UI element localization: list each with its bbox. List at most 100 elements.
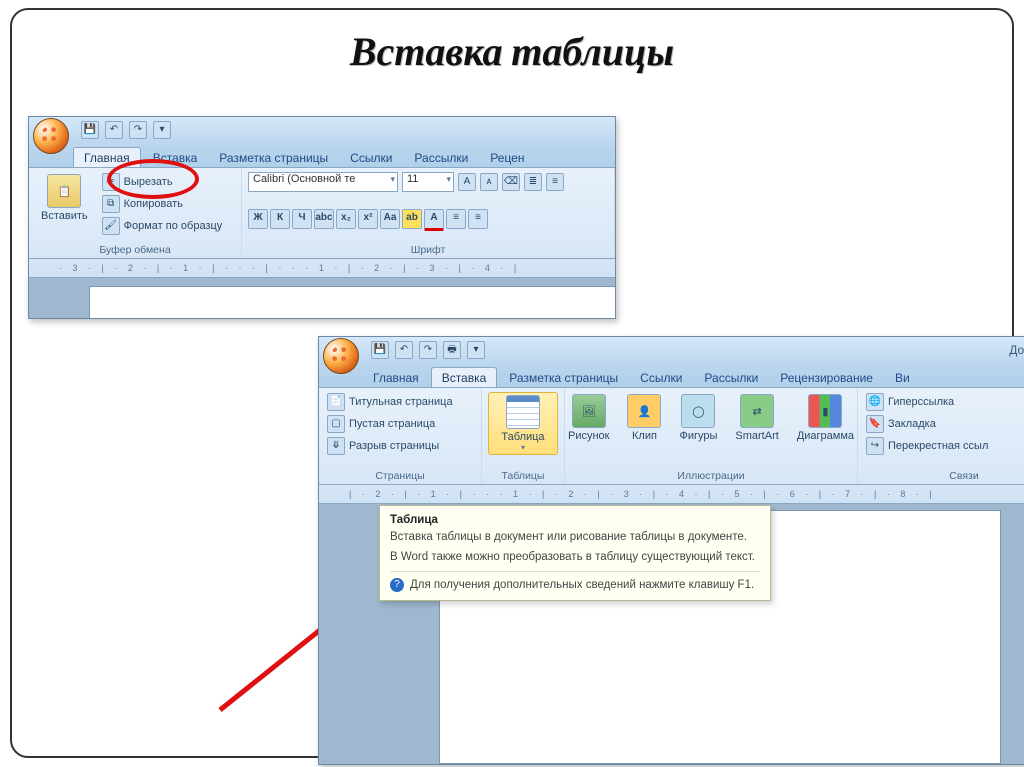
window-title: Докумен [1009, 343, 1024, 357]
page-break-icon: ⤋ [327, 437, 345, 455]
document-area[interactable] [29, 278, 615, 318]
quick-access-toolbar: 💾 ↶ ↷ ▾ [81, 121, 171, 139]
grow-font-icon[interactable]: A [458, 173, 476, 191]
shrink-font-icon[interactable]: ᴀ [480, 173, 498, 191]
redo-icon[interactable]: ↷ [419, 341, 437, 359]
tab-pagelayout[interactable]: Разметка страницы [499, 368, 628, 387]
hyperlink-button[interactable]: 🌐Гиперссылка [864, 392, 1024, 412]
clipart-button[interactable]: 👤Клип [621, 392, 667, 444]
cover-page-label: Титульная страница [349, 396, 453, 408]
clear-format-icon[interactable]: ⌫ [502, 173, 520, 191]
qat-more-icon[interactable]: ▾ [153, 121, 171, 139]
office-button[interactable] [33, 118, 69, 154]
print-icon[interactable]: 🖶 [443, 341, 461, 359]
strike-icon[interactable]: abc [314, 209, 334, 229]
qat-more-icon[interactable]: ▾ [467, 341, 485, 359]
align-center-icon[interactable]: ≡ [468, 209, 488, 229]
crossref-icon: ↪ [866, 437, 884, 455]
tab-insert[interactable]: Вставка [143, 148, 208, 167]
group-illustrations: 🖼 Рисунок 👤Клип ◯Фигуры ⇄SmartArt ▮Диагра… [565, 388, 858, 484]
group-pages: 📄 Титульная страница ▢Пустая страница ⤋Ра… [319, 388, 482, 484]
smartart-label: SmartArt [735, 430, 778, 442]
word-window-insert: 💾 ↶ ↷ 🖶 ▾ Докумен Главная Вставка Размет… [318, 336, 1024, 765]
group-tables: Таблица ▾ Таблицы [482, 388, 565, 484]
table-label: Таблица [501, 431, 544, 443]
copy-button[interactable]: ⧉ Копировать [100, 194, 225, 214]
table-tooltip: Таблица Вставка таблицы в документ или р… [379, 505, 771, 601]
crossref-button[interactable]: ↪ Перекрестная ссыл [864, 436, 1024, 456]
font-color-icon[interactable]: A [424, 209, 444, 231]
save-icon[interactable]: 💾 [81, 121, 99, 139]
cover-page-icon: 📄 [327, 393, 345, 411]
chevron-down-icon: ▾ [521, 443, 525, 452]
hyperlink-label: Гиперссылка [888, 396, 954, 408]
undo-icon[interactable]: ↶ [395, 341, 413, 359]
tab-insert[interactable]: Вставка [431, 367, 498, 387]
picture-icon: 🖼 [572, 394, 606, 428]
tab-home[interactable]: Главная [363, 368, 429, 387]
undo-icon[interactable]: ↶ [105, 121, 123, 139]
format-painter-button[interactable]: 🖌Формат по образцу [100, 216, 225, 236]
align-left-icon[interactable]: ≡ [446, 209, 466, 229]
highlight-icon[interactable]: ab [402, 209, 422, 229]
list-icon[interactable]: ≣ [524, 173, 542, 191]
tab-references[interactable]: Ссылки [340, 148, 402, 167]
tab-home[interactable]: Главная [73, 147, 141, 167]
redo-icon[interactable]: ↷ [129, 121, 147, 139]
tab-mailings[interactable]: Рассылки [404, 148, 478, 167]
ruler[interactable]: · 3 · | · 2 · | · 1 · | · · · | · · · 1 … [29, 259, 615, 278]
numbered-list-icon[interactable]: ≡ [546, 173, 564, 191]
ruler[interactable]: | · 2 · | · 1 · | · · · 1 · | · 2 · | · … [319, 485, 1024, 504]
shapes-icon: ◯ [681, 394, 715, 428]
change-case-icon[interactable]: Aa [380, 209, 400, 229]
tooltip-help-text: Для получения дополнительных сведений на… [410, 579, 754, 591]
bold-icon[interactable]: Ж [248, 209, 268, 229]
save-icon[interactable]: 💾 [371, 341, 389, 359]
office-button[interactable] [323, 338, 359, 374]
picture-button[interactable]: 🖼 Рисунок [562, 392, 616, 444]
superscript-icon[interactable]: x² [358, 209, 378, 229]
group-pages-label: Страницы [325, 468, 475, 482]
italic-icon[interactable]: К [270, 209, 290, 229]
tab-mailings[interactable]: Рассылки [694, 368, 768, 387]
font-size-combo[interactable]: 11 [402, 172, 454, 192]
blank-page-button[interactable]: ▢Пустая страница [325, 414, 475, 434]
paste-icon: 📋 [47, 174, 81, 208]
tab-pagelayout[interactable]: Разметка страницы [209, 148, 338, 167]
clipart-icon: 👤 [627, 394, 661, 428]
bookmark-label: Закладка [888, 418, 936, 430]
subscript-icon[interactable]: x₂ [336, 209, 356, 229]
tooltip-title: Таблица [390, 514, 760, 526]
cover-page-button[interactable]: 📄 Титульная страница [325, 392, 475, 412]
chart-label: Диаграмма [797, 430, 854, 442]
crossref-label: Перекрестная ссыл [888, 440, 988, 452]
ribbon-insert: 📄 Титульная страница ▢Пустая страница ⤋Ра… [319, 388, 1024, 485]
table-icon [506, 395, 540, 429]
chart-button[interactable]: ▮Диаграмма [791, 392, 860, 444]
cut-icon: ✂ [102, 173, 120, 191]
copy-icon: ⧉ [102, 195, 120, 213]
ribbon-home: 📋 Вставить ✂Вырезать ⧉ Копировать 🖌Формат… [29, 168, 615, 259]
format-painter-label: Формат по образцу [124, 220, 223, 232]
table-button[interactable]: Таблица ▾ [488, 392, 558, 455]
page-break-button[interactable]: ⤋Разрыв страницы [325, 436, 475, 456]
cut-button[interactable]: ✂Вырезать [100, 172, 225, 192]
bookmark-button[interactable]: 🔖Закладка [864, 414, 1024, 434]
slide-title: Вставка таблицы [0, 28, 1024, 75]
titlebar: 💾 ↶ ↷ 🖶 ▾ Докумен [319, 337, 1024, 363]
document-page[interactable] [89, 286, 615, 318]
tab-review[interactable]: Рецензирование [770, 368, 883, 387]
font-name-combo[interactable]: Calibri (Основной те [248, 172, 398, 192]
blank-page-label: Пустая страница [349, 418, 435, 430]
group-links-label: Связи [864, 468, 1024, 482]
underline-icon[interactable]: Ч [292, 209, 312, 229]
tab-review[interactable]: Рецен [480, 148, 534, 167]
group-illustrations-label: Иллюстрации [571, 468, 851, 482]
smartart-button[interactable]: ⇄SmartArt [729, 392, 784, 444]
tab-view[interactable]: Ви [885, 368, 920, 387]
picture-label: Рисунок [568, 430, 610, 442]
copy-label: Копировать [124, 198, 183, 210]
paste-button[interactable]: 📋 Вставить [35, 172, 94, 224]
tab-references[interactable]: Ссылки [630, 368, 692, 387]
shapes-button[interactable]: ◯Фигуры [673, 392, 723, 444]
